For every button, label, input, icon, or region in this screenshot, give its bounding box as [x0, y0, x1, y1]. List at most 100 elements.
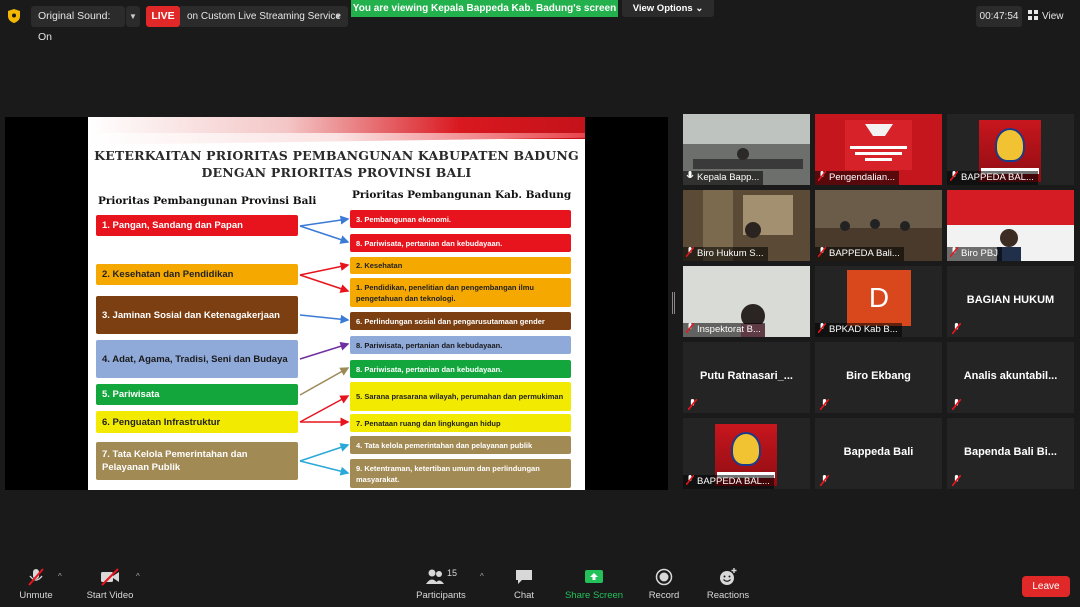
- participant-name: Biro Ekbang: [846, 370, 911, 382]
- smiley-plus-icon: [720, 568, 737, 585]
- participant-tile[interactable]: Analis akuntabil...: [947, 342, 1074, 413]
- microphone-muted-icon: [952, 475, 961, 486]
- microphone-muted-icon: [952, 399, 961, 410]
- left-priority-6: 6. Penguatan Infrastruktur: [96, 411, 298, 433]
- right-priority-7: 8. Pariwisata, pertanian dan kebudayaan.: [350, 360, 571, 378]
- meeting-timer: 00:47:54: [976, 6, 1022, 27]
- participant-tile[interactable]: Biro Hukum S...: [683, 190, 810, 261]
- microphone-muted-icon: [818, 171, 826, 181]
- participant-name: Bappeda Bali: [843, 446, 914, 458]
- participants-options-caret[interactable]: ^: [480, 572, 484, 581]
- participant-name: Pengendalian...: [815, 171, 900, 185]
- chevron-down-icon: ⌄: [695, 3, 704, 14]
- microphone-muted-icon: [820, 399, 829, 410]
- microphone-muted-icon: [820, 475, 829, 486]
- share-screen-button[interactable]: Share Screen: [563, 568, 625, 604]
- microphone-muted-icon: [950, 247, 958, 257]
- left-priority-7: 7. Tata Kelola Pemerintahan dan Pelayana…: [96, 442, 298, 480]
- participant-name: BAPPEDA Bali...: [815, 247, 904, 261]
- participant-name: Putu Ratnasari_...: [700, 370, 793, 382]
- record-button[interactable]: Record: [645, 568, 683, 604]
- microphone-muted-icon: [818, 323, 826, 333]
- view-options-label: View Options: [632, 3, 693, 14]
- microphone-muted-icon: [686, 247, 694, 257]
- microphone-icon: [686, 171, 694, 178]
- participant-name: BAPPEDA BAL...: [683, 475, 774, 489]
- right-priority-8: 5. Sarana prasarana wilayah, perumahan d…: [350, 382, 571, 411]
- participant-name: BPKAD Kab B...: [815, 323, 902, 337]
- viewing-screen-banner: You are viewing Kepala Bappeda Kab. Badu…: [351, 0, 618, 17]
- participant-tile[interactable]: Kepala Bapp...: [683, 114, 810, 185]
- right-priority-1: 3. Pembangunan ekonomi.: [350, 210, 571, 228]
- microphone-muted-icon: [686, 323, 694, 333]
- microphone-muted-icon: [688, 399, 697, 410]
- participant-tile[interactable]: D BPKAD Kab B...: [815, 266, 942, 337]
- record-icon: [655, 568, 673, 586]
- live-badge: LIVE: [146, 6, 180, 27]
- participant-tile[interactable]: BAPPEDA BAL...: [947, 114, 1074, 185]
- left-priority-2: 2. Kesehatan dan Pendidikan: [96, 264, 298, 285]
- left-priority-1: 1. Pangan, Sandang dan Papan: [96, 215, 298, 236]
- chat-button[interactable]: Chat: [508, 568, 540, 604]
- right-priority-6: 8. Pariwisata, pertanian dan kebudayaan.: [350, 336, 571, 354]
- top-bar: Original Sound: On ▼ LIVE on Custom Live…: [0, 0, 1080, 43]
- participants-count: 15: [447, 568, 458, 578]
- unmute-button[interactable]: Unmute: [14, 568, 58, 604]
- participant-tile[interactable]: Biro PBJ: [947, 190, 1074, 261]
- participant-name: BAGIAN HUKUM: [966, 294, 1055, 306]
- participant-name: Biro Hukum S...: [683, 247, 768, 261]
- live-streaming-service-button[interactable]: on Custom Live Streaming Service ▼: [180, 6, 348, 27]
- participant-tile[interactable]: Inspektorat B...: [683, 266, 810, 337]
- start-video-button[interactable]: Start Video: [84, 568, 136, 604]
- participant-tile[interactable]: BAGIAN HUKUM: [947, 266, 1074, 337]
- view-options-button[interactable]: View Options ⌄: [622, 0, 714, 17]
- microphone-muted-icon: [952, 323, 961, 334]
- microphone-muted-icon: [950, 171, 958, 181]
- participant-name: Inspektorat B...: [683, 323, 765, 337]
- right-priority-9: 7. Penataan ruang dan lingkungan hidup: [350, 414, 571, 432]
- participant-tile[interactable]: Bapenda Bali Bi...: [947, 418, 1074, 489]
- microphone-muted-icon: [686, 475, 694, 485]
- original-sound-dropdown[interactable]: ▼: [126, 6, 140, 27]
- share-screen-icon: [585, 570, 603, 583]
- participant-tile[interactable]: Putu Ratnasari_...: [683, 342, 810, 413]
- live-service-label: on Custom Live Streaming Service: [187, 11, 341, 22]
- participants-button[interactable]: 15 Participants: [414, 568, 468, 604]
- participant-name: Biro PBJ: [947, 247, 1002, 261]
- right-priority-5: 6. Perlindungan sosial dan pengarusutama…: [350, 312, 571, 330]
- participant-name: Bapenda Bali Bi...: [964, 446, 1057, 458]
- participant-tile[interactable]: BAPPEDA BAL...: [683, 418, 810, 489]
- security-shield-icon[interactable]: [8, 9, 20, 23]
- video-options-caret[interactable]: ^: [136, 572, 140, 581]
- video-camera-muted-icon: [101, 568, 119, 586]
- participant-tile[interactable]: BAPPEDA Bali...: [815, 190, 942, 261]
- participant-tile[interactable]: Biro Ekbang: [815, 342, 942, 413]
- original-sound-button[interactable]: Original Sound: On: [31, 6, 125, 43]
- participant-name: BAPPEDA BAL...: [947, 171, 1038, 185]
- participant-tile[interactable]: Pengendalian...: [815, 114, 942, 185]
- gallery-resize-handle[interactable]: [672, 292, 675, 314]
- microphone-muted-icon: [818, 247, 826, 257]
- participant-avatar: D: [847, 270, 911, 326]
- presentation-slide: KETERKAITAN PRIORITAS PEMBANGUNAN KABUPA…: [88, 117, 585, 490]
- right-priority-3: 2. Kesehatan: [350, 257, 571, 274]
- leave-meeting-button[interactable]: Leave: [1022, 576, 1070, 597]
- reactions-button[interactable]: Reactions: [704, 568, 752, 604]
- chat-bubble-icon: [516, 570, 532, 584]
- shared-screen[interactable]: KETERKAITAN PRIORITAS PEMBANGUNAN KABUPA…: [5, 117, 668, 490]
- view-label: View: [1042, 11, 1064, 22]
- right-priority-2: 8. Pariwisata, pertanian dan kebudayaan.: [350, 234, 571, 252]
- audio-options-caret[interactable]: ^: [58, 572, 62, 581]
- meeting-toolbar: Unmute ^ Start Video ^ 15 Participants ^: [0, 562, 1080, 607]
- participant-tile[interactable]: Bappeda Bali: [815, 418, 942, 489]
- participant-name: Analis akuntabil...: [963, 370, 1058, 382]
- view-layout-button[interactable]: View: [1028, 6, 1074, 27]
- zoom-meeting-window: Original Sound: On ▼ LIVE on Custom Live…: [0, 0, 1080, 607]
- right-priority-11: 9. Ketentraman, ketertiban umum dan perl…: [350, 459, 571, 488]
- microphone-muted-icon: [28, 568, 44, 586]
- left-priority-4: 4. Adat, Agama, Tradisi, Seni dan Budaya: [96, 340, 298, 378]
- participants-icon-group: 15: [421, 568, 461, 586]
- participant-name: Kepala Bapp...: [683, 171, 764, 185]
- right-priority-4: 1. Pendidikan, penelitian dan pengembang…: [350, 278, 571, 307]
- right-priority-10: 4. Tata kelola pemerintahan dan pelayana…: [350, 436, 571, 454]
